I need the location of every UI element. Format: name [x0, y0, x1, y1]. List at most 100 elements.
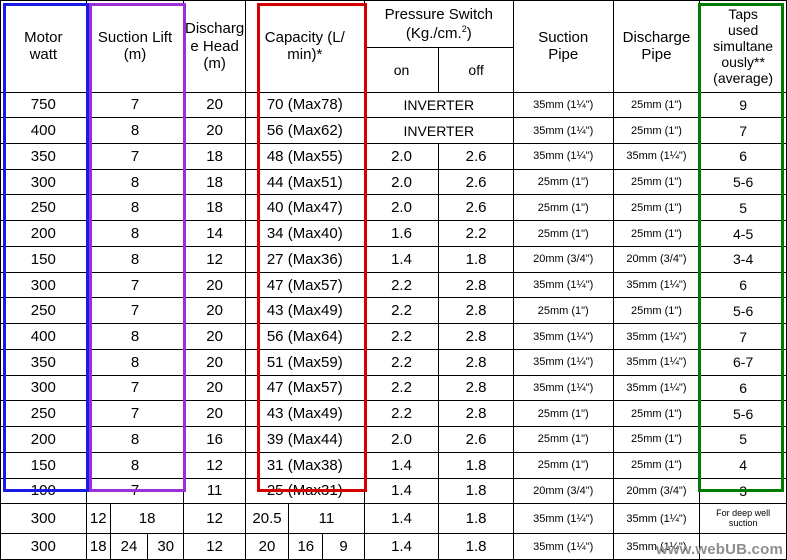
- cell-motor-watt: 350: [0, 348, 87, 376]
- cell-suction-pipe: 35mm (1¼"): [512, 374, 614, 402]
- cell-motor-watt: 250: [0, 400, 87, 428]
- cell-suction-pipe: 25mm (1"): [512, 451, 614, 479]
- table-header-row: Motor watt Suction Lift (m) Discharg e Head…: [0, 0, 787, 93]
- table-row: 400 8 20 56 (Max64) 2.2 2.8 35mm (1¼") 35mm (1¼…: [0, 323, 787, 350]
- cell-capacity: 70 (Max78): [244, 91, 365, 119]
- cell-capacity: 27 (Max36): [244, 245, 365, 273]
- header-discharge-pipe: Discharge Pipe: [612, 0, 701, 93]
- cell-capacity-part: 16: [288, 533, 324, 560]
- cell-discharge-pipe: 35mm (1¼"): [612, 348, 701, 376]
- cell-discharge-head: 18: [183, 168, 246, 196]
- cell-suction-lift: 8: [85, 348, 185, 376]
- cell-pressure-on: 2.2: [363, 323, 440, 350]
- cell-suction-lift: 8: [85, 451, 185, 479]
- cell-suction-lift: 7: [85, 271, 185, 299]
- header-suction-pipe: Suction Pipe: [512, 0, 614, 93]
- cell-discharge-pipe: 25mm (1"): [612, 194, 701, 222]
- cell-pressure-on: 2.0: [363, 426, 440, 453]
- cell-suction-pipe: 35mm (1¼"): [512, 271, 614, 299]
- cell-taps: 5-6: [699, 168, 787, 196]
- header-pressure-on: on: [363, 47, 440, 93]
- cell-capacity: 56 (Max64): [244, 323, 365, 350]
- cell-discharge-pipe: 25mm (1"): [612, 220, 701, 247]
- cell-discharge-pipe: 20mm (3/4"): [612, 245, 701, 273]
- cell-pressure-off: 1.8: [438, 245, 514, 273]
- cell-suction-pipe: 20mm (3/4"): [512, 477, 614, 505]
- cell-discharge-head: 18: [183, 143, 246, 170]
- table-row: 150 8 12 31 (Max38) 1.4 1.8 25mm (1") 25mm (1")…: [0, 451, 787, 479]
- cell-capacity: 39 (Max44): [244, 426, 365, 453]
- cell-discharge-head: 16: [183, 426, 246, 453]
- cell-suction-lift: 8: [85, 168, 185, 196]
- cell-pressure-on: 1.4: [363, 503, 440, 535]
- cell-pressure-on: 1.6: [363, 220, 440, 247]
- cell-discharge-head: 18: [183, 194, 246, 222]
- cell-suction-pipe: 25mm (1"): [512, 426, 614, 453]
- cell-pressure-on: 2.2: [363, 374, 440, 402]
- cell-suction-lift: 7: [85, 143, 185, 170]
- cell-pressure-on: 1.4: [363, 245, 440, 273]
- table-row: 250 7 20 43 (Max49) 2.2 2.8 25mm (1") 25mm (1")…: [0, 400, 787, 428]
- cell-taps: 6: [699, 143, 787, 170]
- cell-discharge-head: 20: [183, 348, 246, 376]
- cell-pressure-on: 2.2: [363, 400, 440, 428]
- cell-pressure-on: 2.2: [363, 271, 440, 299]
- table-row: 350 8 20 51 (Max59) 2.2 2.8 35mm (1¼") 35mm (1¼…: [0, 348, 787, 376]
- cell-suction-pipe: 35mm (1¼"): [512, 117, 614, 145]
- cell-pressure-on: 1.4: [363, 533, 440, 560]
- cell-discharge-head: 20: [183, 374, 246, 402]
- cell-motor-watt: 400: [0, 117, 87, 145]
- cell-motor-watt: 100: [0, 477, 87, 505]
- header-discharge-head: Discharg e Head (m): [183, 0, 246, 93]
- cell-motor-watt: 300: [0, 374, 87, 402]
- header-taps-used: Taps used simultane ously** (average): [699, 0, 787, 93]
- header-capacity: Capacity (L/min)*: [244, 0, 365, 93]
- cell-discharge-pipe: 25mm (1"): [612, 168, 701, 196]
- cell-motor-watt: 300: [0, 533, 87, 560]
- cell-discharge-head: 12: [183, 451, 246, 479]
- cell-pressure-on: 1.4: [363, 477, 440, 505]
- spec-sheet: Motor watt Suction Lift (m) Discharg e Head…: [0, 0, 787, 560]
- table-body: 750 7 20 70 (Max78) INVERTER 35mm (1¼") 25mm (…: [0, 91, 787, 560]
- cell-pressure-on: 2.0: [363, 194, 440, 222]
- table-row: 300 7 20 47 (Max57) 2.2 2.8 35mm (1¼") 35mm (1¼…: [0, 271, 787, 299]
- cell-discharge-pipe: 35mm (1¼"): [612, 374, 701, 402]
- cell-discharge-pipe: 25mm (1"): [612, 91, 701, 119]
- cell-taps: 9: [699, 91, 787, 119]
- cell-capacity: 47 (Max57): [244, 374, 365, 402]
- cell-capacity: 25 (Max31): [244, 477, 365, 505]
- cell-discharge-pipe: 35mm (1¼"): [612, 143, 701, 170]
- cell-motor-watt: 400: [0, 323, 87, 350]
- cell-discharge-head: 20: [183, 323, 246, 350]
- cell-suction-lift-part: 30: [147, 533, 185, 560]
- cell-pressure-off: 2.8: [438, 374, 514, 402]
- cell-capacity: 47 (Max57): [244, 271, 365, 299]
- cell-capacity-part: 20: [244, 533, 290, 560]
- header-pressure-switch: Pressure Switch (Kg./cm.2): [363, 0, 514, 48]
- cell-pressure-off: 2.6: [438, 143, 514, 170]
- cell-taps: 7: [699, 323, 787, 350]
- cell-pressure-off: 2.8: [438, 271, 514, 299]
- watermark: www.webUB.com: [655, 541, 783, 558]
- table-row: 250 7 20 43 (Max49) 2.2 2.8 25mm (1") 25mm (1")…: [0, 297, 787, 325]
- cell-discharge-pipe: 35mm (1¼"): [612, 271, 701, 299]
- table-row: 100 7 11 25 (Max31) 1.4 1.8 20mm (3/4") 20mm (3…: [0, 477, 787, 505]
- cell-suction-pipe: 35mm (1¼"): [512, 503, 614, 535]
- cell-suction-lift: 8: [85, 220, 185, 247]
- header-pressure-off: off: [438, 47, 514, 93]
- cell-taps: 4: [699, 451, 787, 479]
- cell-taps: 5: [699, 426, 787, 453]
- cell-suction-pipe: 25mm (1"): [512, 194, 614, 222]
- cell-discharge-head: 12: [183, 503, 246, 535]
- cell-suction-lift-part: 18: [85, 533, 111, 560]
- cell-taps: 6: [699, 271, 787, 299]
- cell-suction-lift: 8: [85, 323, 185, 350]
- cell-capacity-part: 9: [322, 533, 365, 560]
- cell-capacity: 43 (Max49): [244, 400, 365, 428]
- table-row: 300 7 20 47 (Max57) 2.2 2.8 35mm (1¼") 35mm (1¼…: [0, 374, 787, 402]
- cell-suction-pipe: 25mm (1"): [512, 168, 614, 196]
- cell-discharge-head: 20: [183, 297, 246, 325]
- cell-taps: 5: [699, 194, 787, 222]
- table-row: 750 7 20 70 (Max78) INVERTER 35mm (1¼") 25mm (…: [0, 91, 787, 119]
- cell-capacity-part: 20.5: [244, 503, 290, 535]
